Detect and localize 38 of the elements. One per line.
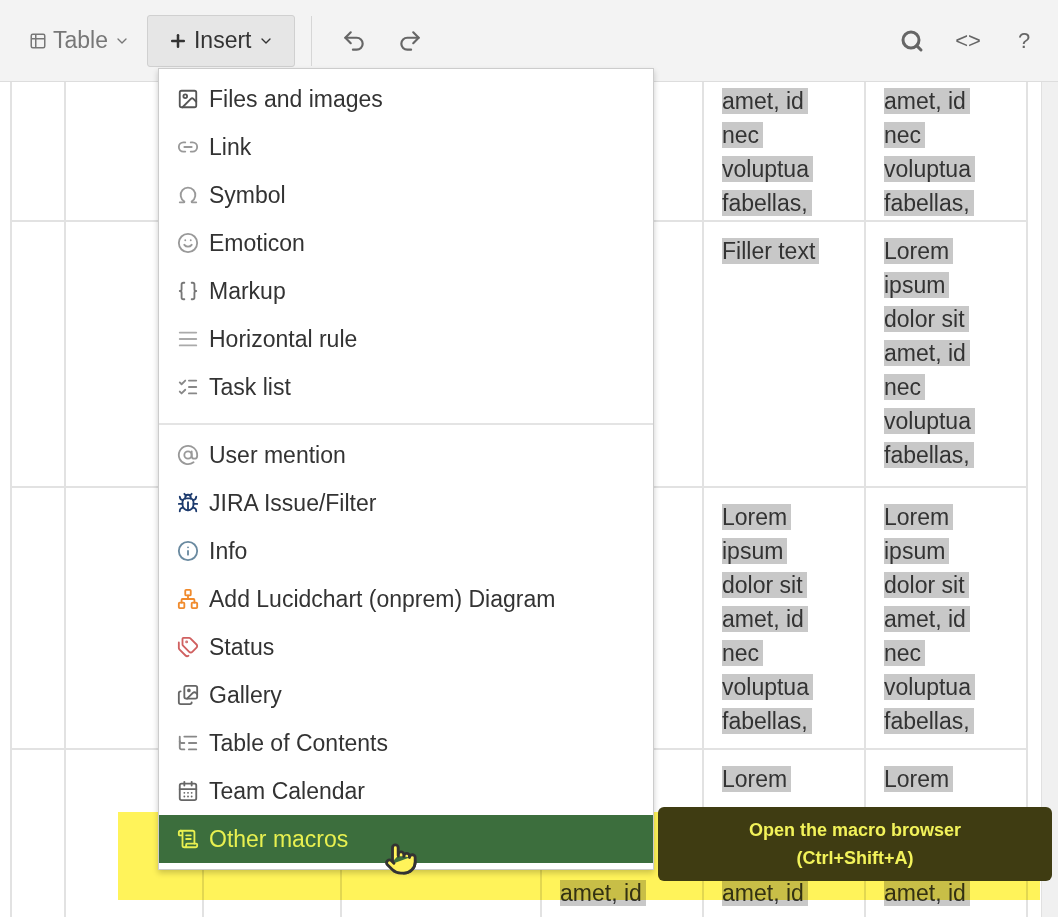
table-icon xyxy=(29,31,47,50)
table-button[interactable]: Table xyxy=(20,14,139,67)
smiley-icon xyxy=(177,232,199,254)
scroll-icon xyxy=(177,828,199,850)
menu-item[interactable]: Emoticon xyxy=(159,219,653,267)
table-cell: amet, id nec voluptua fabellas, xyxy=(704,82,866,222)
table-cell: Lorem ipsum dolor sit amet, id nec voluptua fabellas, xyxy=(866,488,1028,750)
omega-icon xyxy=(177,184,199,206)
table-cell: Lorem ipsum dolor sit amet, id nec voluptua fabellas, xyxy=(866,222,1028,488)
info-icon xyxy=(177,540,199,562)
at-sign-icon xyxy=(177,444,199,466)
menu-item[interactable]: Add Lucidchart (onprem) Diagram xyxy=(159,575,653,623)
menu-item[interactable]: Status xyxy=(159,623,653,671)
menu-item[interactable]: Markup xyxy=(159,267,653,315)
code-button[interactable]: <> xyxy=(944,16,992,65)
menu-item[interactable]: JIRA Issue/Filter xyxy=(159,479,653,527)
table-cell: Lorem ipsum dolor sit amet, id nec voluptua fabellas, xyxy=(704,488,866,750)
menu-item[interactable]: User mention xyxy=(159,431,653,479)
help-button[interactable]: ? xyxy=(1000,16,1048,65)
menu-item[interactable]: Gallery xyxy=(159,671,653,719)
menu-item[interactable]: Files and images xyxy=(159,75,653,123)
diagram-icon xyxy=(177,588,199,610)
hand-cursor-icon xyxy=(384,842,418,876)
menu-item[interactable]: Info xyxy=(159,527,653,575)
scrollbar[interactable] xyxy=(1041,82,1058,917)
insert-button[interactable]: Insert xyxy=(147,14,295,67)
menu-item[interactable]: Link xyxy=(159,123,653,171)
gallery-icon xyxy=(177,684,199,706)
calendar-icon xyxy=(177,780,199,802)
menu-item[interactable]: Other macros xyxy=(159,815,653,863)
table-cell: amet, id nec voluptua fabellas, xyxy=(866,82,1028,222)
menu-item[interactable]: Symbol xyxy=(159,171,653,219)
menu-item[interactable]: Task list xyxy=(159,363,653,411)
table-cell: Filler text xyxy=(704,222,866,488)
search-icon xyxy=(900,28,924,53)
braces-icon xyxy=(177,280,199,302)
menu-item[interactable]: Horizontal rule xyxy=(159,315,653,363)
tooltip: Open the macro browser (Ctrl+Shift+A) xyxy=(658,807,1052,881)
